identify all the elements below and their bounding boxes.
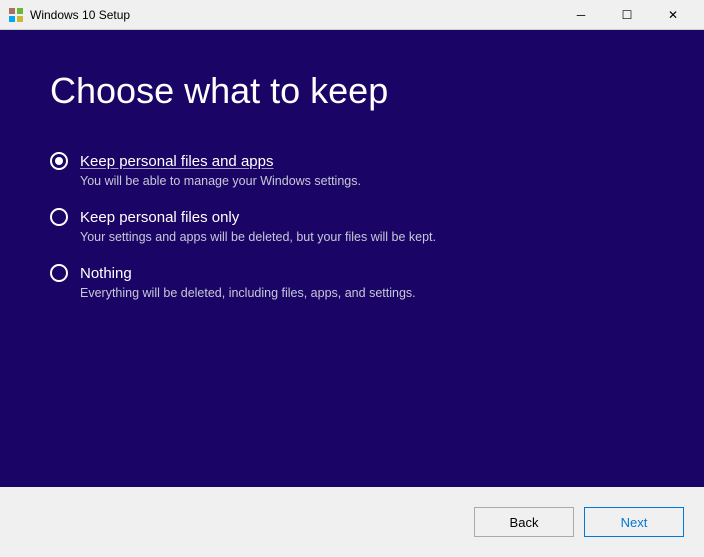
main-window: Choose what to keep Keep personal files … bbox=[0, 30, 704, 557]
option-nothing-label: Nothing bbox=[80, 265, 132, 282]
title-bar: Windows 10 Setup ─ ☐ ✕ bbox=[0, 0, 704, 30]
option-keep-files-apps-label: Keep personal files and apps bbox=[80, 153, 273, 170]
option-keep-files-only: Keep personal files only Your settings a… bbox=[50, 208, 654, 244]
option-nothing-row[interactable]: Nothing bbox=[50, 264, 654, 282]
title-bar-controls: ─ ☐ ✕ bbox=[558, 0, 696, 30]
option-keep-files-only-desc: Your settings and apps will be deleted, … bbox=[50, 230, 654, 244]
option-nothing-desc: Everything will be deleted, including fi… bbox=[50, 286, 654, 300]
page-title: Choose what to keep bbox=[50, 70, 654, 112]
radio-nothing[interactable] bbox=[50, 264, 68, 282]
title-bar-text: Windows 10 Setup bbox=[30, 8, 558, 22]
app-icon bbox=[8, 7, 24, 23]
option-keep-files-apps: Keep personal files and apps You will be… bbox=[50, 152, 654, 188]
radio-keep-files-apps[interactable] bbox=[50, 152, 68, 170]
bottom-bar: Back Next bbox=[0, 487, 704, 557]
radio-keep-files-only[interactable] bbox=[50, 208, 68, 226]
option-keep-files-apps-row[interactable]: Keep personal files and apps bbox=[50, 152, 654, 170]
option-keep-files-only-row[interactable]: Keep personal files only bbox=[50, 208, 654, 226]
minimize-button[interactable]: ─ bbox=[558, 0, 604, 30]
option-nothing: Nothing Everything will be deleted, incl… bbox=[50, 264, 654, 300]
options-list: Keep personal files and apps You will be… bbox=[50, 152, 654, 300]
restore-button[interactable]: ☐ bbox=[604, 0, 650, 30]
option-keep-files-only-label: Keep personal files only bbox=[80, 209, 239, 226]
radio-inner-keep-files-apps bbox=[55, 157, 63, 165]
next-button[interactable]: Next bbox=[584, 507, 684, 537]
back-button[interactable]: Back bbox=[474, 507, 574, 537]
option-keep-files-apps-desc: You will be able to manage your Windows … bbox=[50, 174, 654, 188]
close-button[interactable]: ✕ bbox=[650, 0, 696, 30]
